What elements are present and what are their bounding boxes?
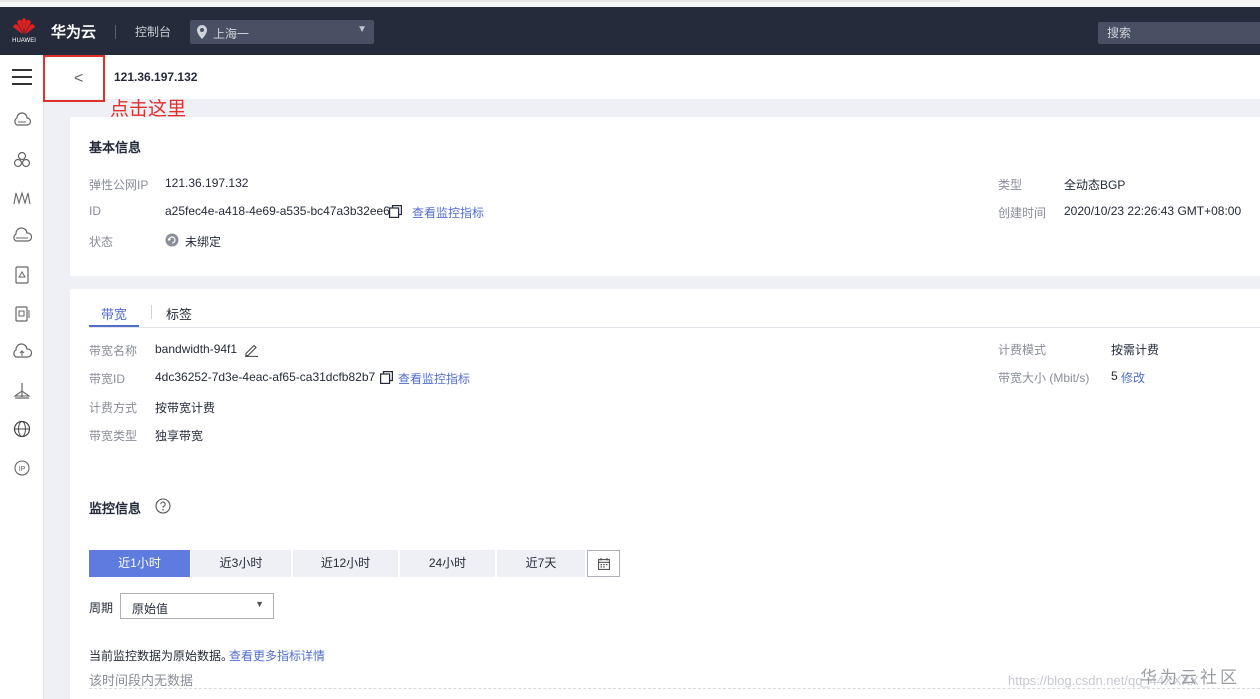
help-icon[interactable] [155, 498, 171, 514]
copy-icon[interactable] [380, 371, 393, 384]
tab-bandwidth[interactable]: 带宽 [101, 304, 127, 323]
range-7d-button[interactable]: 近7天 [497, 550, 585, 577]
cloud-server-icon[interactable] [12, 111, 32, 131]
bandwidth-id-label: 带宽ID [89, 372, 126, 386]
location-pin-icon [197, 25, 207, 39]
browser-top-strip-segment [0, 0, 960, 2]
range-24h-button[interactable]: 24小时 [400, 550, 495, 577]
chart-baseline [89, 688, 1260, 689]
status-value: 未绑定 [185, 235, 222, 249]
bandwidth-size-label: 带宽大小 (Mbit/s) [998, 371, 1090, 385]
eip-icon[interactable]: IP [12, 458, 32, 478]
range-3h-button[interactable]: 近3小时 [191, 550, 291, 577]
region-selector[interactable]: 上海一 ▼ [190, 20, 374, 44]
svg-text:IP: IP [19, 466, 26, 473]
tab-tags[interactable]: 标签 [166, 304, 192, 323]
anchor-icon[interactable] [12, 381, 32, 401]
created-label: 创建时间 [998, 206, 1047, 220]
view-metrics-link[interactable]: 查看监控指标 [412, 204, 484, 221]
chevron-down-icon: ▼ [255, 599, 264, 609]
page-title: 121.36.197.132 [114, 70, 198, 84]
huawei-flower-icon [13, 18, 35, 35]
type-value: 全动态BGP [1064, 178, 1126, 192]
cluster-icon[interactable] [12, 150, 32, 170]
created-value: 2020/10/23 22:26:43 GMT+08:00 [1064, 204, 1242, 218]
back-button[interactable]: < [43, 55, 105, 102]
cloud-storage-icon[interactable] [12, 226, 32, 246]
calendar-icon [598, 558, 610, 570]
modify-bandwidth-link[interactable]: 修改 [1121, 369, 1145, 386]
top-bar: HUAWEI 华为云 控制台 上海一 ▼ [0, 7, 1260, 55]
region-label: 上海一 [213, 27, 250, 41]
bandwidth-name-value: bandwidth-94f1 [155, 342, 238, 356]
period-value: 原始值 [132, 602, 169, 616]
period-select[interactable]: 原始值 ▼ [120, 593, 274, 619]
menu-icon[interactable] [12, 69, 32, 85]
billing-method-label: 计费方式 [89, 401, 138, 415]
billing-mode-label: 计费模式 [998, 343, 1047, 357]
bandwidth-view-metrics-link[interactable]: 查看监控指标 [398, 370, 470, 387]
period-label: 周期 [89, 601, 114, 615]
status-label: 状态 [89, 235, 114, 249]
bandwidth-id-value: 4dc36252-7d3e-4eac-af65-ca31dcfb82b7 [155, 370, 376, 384]
type-label: 类型 [998, 178, 1023, 192]
chevron-down-icon: ▼ [357, 24, 367, 35]
logo-text: HUAWEI [12, 38, 36, 44]
eip-value: 121.36.197.132 [165, 176, 249, 190]
copy-icon[interactable] [389, 205, 402, 218]
left-sidebar: IP [0, 55, 44, 699]
page-header [45, 55, 1260, 99]
network-icon[interactable] [12, 188, 32, 208]
globe-icon[interactable] [12, 419, 32, 439]
watermark-community: 华为云社区 [1140, 668, 1240, 687]
more-metrics-link[interactable]: 查看更多指标详情 [229, 647, 325, 664]
edit-icon[interactable] [244, 342, 259, 357]
billing-method-value: 按带宽计费 [155, 401, 216, 415]
search-input[interactable] [1098, 22, 1260, 44]
monitor-note: 当前监控数据为原始数据。 [89, 649, 234, 663]
bandwidth-type-value: 独享带宽 [155, 429, 204, 443]
bandwidth-type-label: 带宽类型 [89, 429, 138, 443]
database-icon[interactable] [12, 304, 32, 324]
bandwidth-size-value: 5 [1111, 369, 1118, 383]
bandwidth-name-label: 带宽名称 [89, 344, 138, 358]
storage-icon[interactable] [12, 265, 32, 285]
brand-name[interactable]: 华为云 [51, 21, 96, 42]
no-data-text: 该时间段内无数据 [89, 673, 194, 688]
tab-baseline [89, 327, 1260, 328]
cloud-upload-icon[interactable] [12, 342, 32, 362]
console-link[interactable]: 控制台 [135, 23, 171, 40]
huawei-logo[interactable]: HUAWEI [9, 16, 39, 48]
monitor-title: 监控信息 [89, 501, 142, 516]
billing-mode-value: 按需计费 [1111, 343, 1160, 357]
tab-divider [151, 305, 152, 319]
basic-info-title: 基本信息 [89, 140, 142, 155]
search-box[interactable] [1098, 22, 1260, 44]
chevron-left-icon: < [74, 70, 84, 87]
topbar-divider [115, 25, 116, 39]
id-label: ID [89, 204, 101, 218]
basic-info-card [70, 117, 1260, 276]
date-picker-button[interactable] [587, 550, 620, 577]
range-1h-button[interactable]: 近1小时 [89, 550, 190, 577]
browser-top-strip [0, 0, 1260, 7]
unbound-status-icon [165, 233, 179, 247]
range-12h-button[interactable]: 近12小时 [293, 550, 398, 577]
eip-label: 弹性公网IP [89, 178, 149, 192]
id-value: a25fec4e-a418-4e69-a535-bc47a3b32ee6 [165, 204, 390, 218]
